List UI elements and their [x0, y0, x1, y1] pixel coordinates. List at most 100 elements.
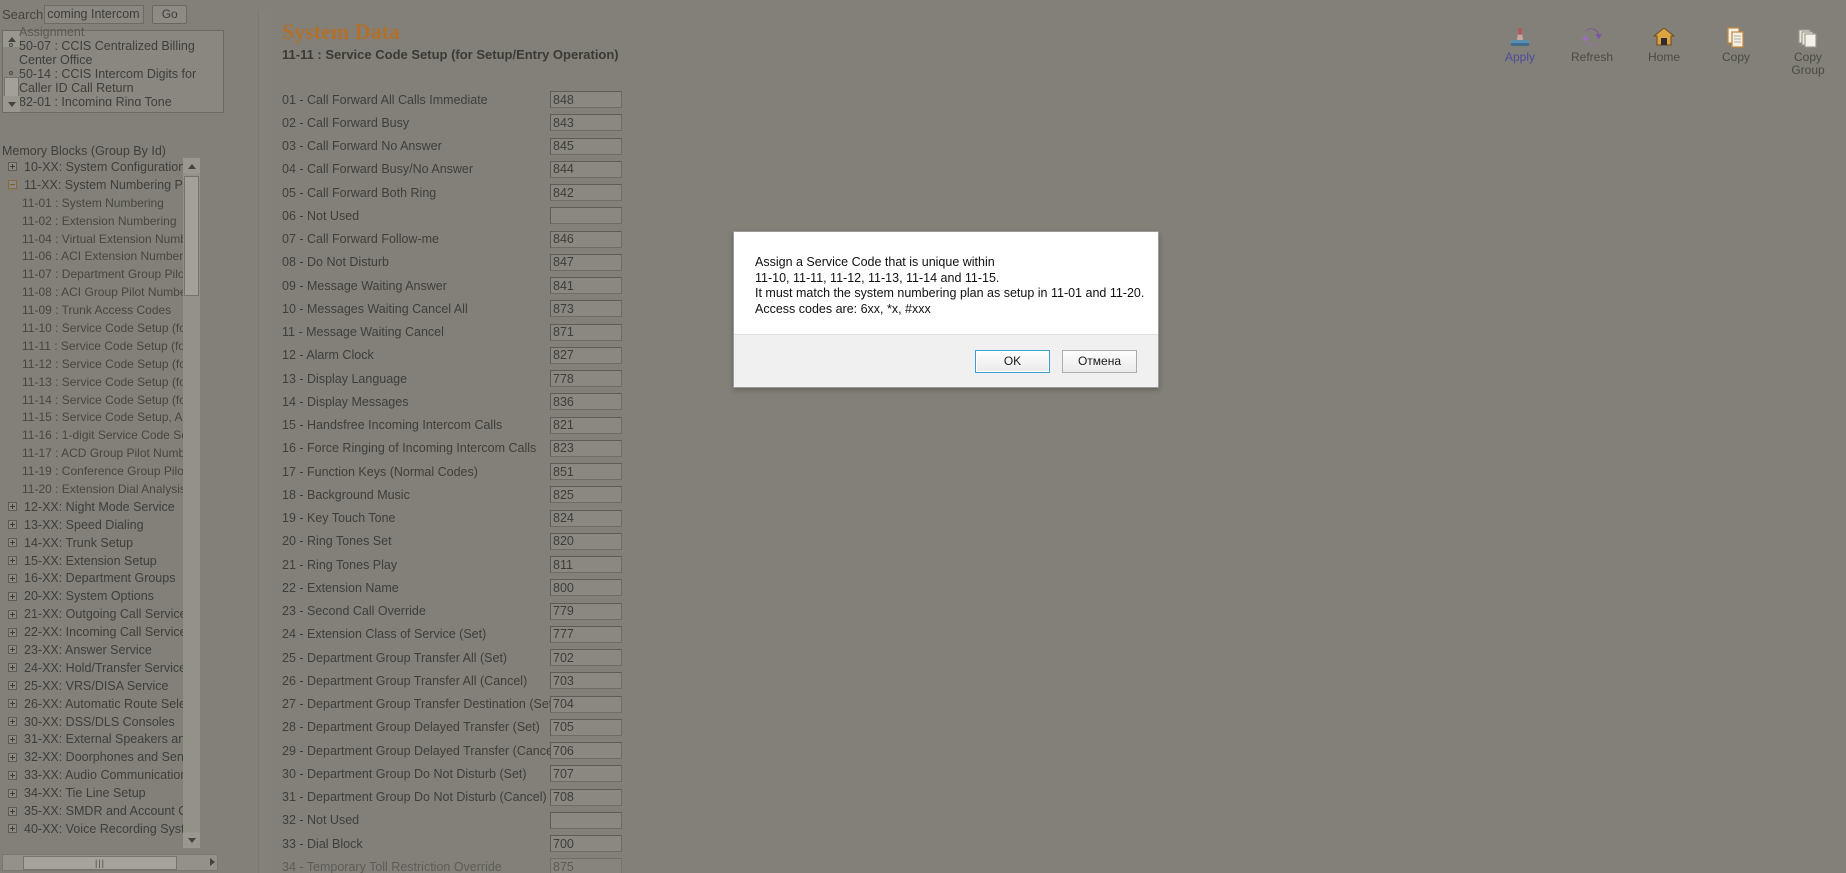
tree-item-row[interactable]: 11-20 : Extension Dial Analysis Table [0, 480, 200, 498]
service-code-input[interactable]: 845 [550, 137, 622, 155]
dialog-cancel-button[interactable]: Отмена [1062, 349, 1137, 373]
expand-plus-icon[interactable] [8, 752, 17, 762]
service-code-input[interactable] [550, 811, 622, 829]
tree-group-row[interactable]: 32-XX: Doorphones and Sensors [0, 748, 200, 766]
tree-item-row[interactable]: 11-14 : Service Code Setup (for Hotel) [0, 391, 200, 409]
tree-group-row[interactable]: 30-XX: DSS/DLS Consoles [0, 713, 200, 731]
tree-group-row[interactable]: 15-XX: Extension Setup [0, 552, 200, 570]
service-code-input[interactable]: 800 [550, 579, 622, 597]
tree-group-row[interactable]: 26-XX: Automatic Route Selection [0, 695, 200, 713]
search-result-item[interactable]: 50-07 : CCIS Centralized Billing Center … [5, 39, 201, 67]
toolbar-button-home[interactable]: Home [1636, 24, 1692, 64]
toolbar-button-refresh[interactable]: Refresh [1564, 24, 1620, 64]
service-code-input[interactable]: 821 [550, 416, 622, 434]
dialog-ok-button[interactable]: OK [975, 349, 1050, 373]
service-code-input[interactable]: 846 [550, 230, 622, 248]
expand-plus-icon[interactable] [8, 556, 17, 566]
tree-scrollbar-thumb[interactable] [184, 176, 199, 296]
service-code-input[interactable]: 811 [550, 556, 622, 574]
service-code-input[interactable]: 706 [550, 742, 622, 760]
tree-item-row[interactable]: 11-16 : 1-digit Service Code Setup [0, 426, 200, 444]
tree-group-row[interactable]: 10-XX: System Configuration [0, 158, 200, 176]
service-code-input[interactable]: 842 [550, 184, 622, 202]
tree-scroll-up-arrow-icon[interactable] [183, 158, 200, 174]
expand-plus-icon[interactable] [8, 645, 17, 655]
expand-plus-icon[interactable] [8, 591, 17, 601]
service-code-input[interactable]: 841 [550, 277, 622, 295]
service-code-input[interactable]: 777 [550, 625, 622, 643]
tree-group-row[interactable]: 21-XX: Outgoing Call Service [0, 605, 200, 623]
tree-item-row[interactable]: 11-06 : ACI Extension Numbering [0, 247, 200, 265]
tree-item-row[interactable]: 11-15 : Service Code Setup, Administrati… [0, 408, 200, 426]
tree-item-row[interactable]: 11-02 : Extension Numbering [0, 212, 200, 230]
service-code-input[interactable]: 708 [550, 788, 622, 806]
expand-plus-icon[interactable] [8, 627, 17, 637]
search-input[interactable] [44, 4, 145, 24]
expand-plus-icon[interactable] [8, 806, 17, 816]
tree-item-row[interactable]: 11-13 : Service Code Setup (for ACD) [0, 373, 200, 391]
expand-plus-icon[interactable] [8, 788, 17, 798]
tree-item-row[interactable]: 11-08 : ACI Group Pilot Numbers [0, 283, 200, 301]
expand-plus-icon[interactable] [8, 520, 17, 530]
service-code-input[interactable]: 873 [550, 300, 622, 318]
toolbar-button-copy[interactable]: Copy [1708, 24, 1764, 64]
expand-plus-icon[interactable] [8, 699, 17, 709]
service-code-input[interactable]: 843 [550, 114, 622, 132]
search-result-item[interactable]: Assignment [5, 25, 201, 39]
tree-group-row[interactable]: 31-XX: External Speakers and Paging [0, 731, 200, 749]
tree-scroll-right-arrow-icon[interactable] [210, 858, 215, 866]
service-code-input[interactable]: 820 [550, 532, 622, 550]
tree-item-row[interactable]: 11-07 : Department Group Pilot Numbers [0, 265, 200, 283]
expand-plus-icon[interactable] [8, 502, 17, 512]
service-code-input[interactable]: 871 [550, 323, 622, 341]
tree-group-row[interactable]: 35-XX: SMDR and Account Codes [0, 802, 200, 820]
service-code-input[interactable]: 778 [550, 370, 622, 388]
service-code-input[interactable]: 824 [550, 509, 622, 527]
panel-splitter[interactable] [228, 0, 240, 873]
service-code-input[interactable]: 848 [550, 91, 622, 109]
service-code-input[interactable]: 825 [550, 486, 622, 504]
expand-plus-icon[interactable] [8, 717, 17, 727]
expand-plus-icon[interactable] [8, 538, 17, 548]
expand-plus-icon[interactable] [8, 681, 17, 691]
tree-group-row[interactable]: 12-XX: Night Mode Service [0, 498, 200, 516]
service-code-input[interactable]: 707 [550, 765, 622, 783]
search-go-button[interactable]: Go [152, 4, 188, 24]
toolbar-button-apply[interactable]: Apply [1492, 24, 1548, 64]
tree-group-row[interactable]: 33-XX: Audio Communication Interface [0, 766, 200, 784]
search-result-item[interactable]: 82-01 : Incoming Ring Tone [5, 95, 201, 106]
tree-group-row[interactable]: 13-XX: Speed Dialing [0, 516, 200, 534]
service-code-input[interactable]: 836 [550, 393, 622, 411]
service-code-input[interactable]: 704 [550, 695, 622, 713]
service-code-input[interactable]: 779 [550, 602, 622, 620]
scroll-down-arrow-icon[interactable] [3, 96, 20, 112]
expand-plus-icon[interactable] [8, 824, 17, 834]
tree-group-row[interactable]: 40-XX: Voice Recording System [0, 820, 200, 838]
service-code-input[interactable]: 705 [550, 718, 622, 736]
tree-item-row[interactable]: 11-11 : Service Code Setup (for Setup/En… [0, 337, 200, 355]
tree-group-row[interactable]: 23-XX: Answer Service [0, 641, 200, 659]
tree-item-row[interactable]: 11-09 : Trunk Access Codes [0, 301, 200, 319]
tree-group-row[interactable]: 25-XX: VRS/DISA Service [0, 677, 200, 695]
tree-item-row[interactable]: 11-17 : ACD Group Pilot Numbers [0, 444, 200, 462]
service-code-input[interactable]: 844 [550, 160, 622, 178]
tree-group-row[interactable]: 16-XX: Department Groups [0, 569, 200, 587]
tree-group-row[interactable]: 20-XX: System Options [0, 587, 200, 605]
service-code-input[interactable] [550, 207, 622, 225]
tree-group-row[interactable]: 11-XX: System Numbering Plan [0, 176, 200, 194]
collapse-minus-icon[interactable] [8, 180, 17, 190]
tree-item-row[interactable]: 11-19 : Conference Group Pilot Numbers [0, 462, 200, 480]
expand-plus-icon[interactable] [8, 609, 17, 619]
service-code-input[interactable]: 703 [550, 672, 622, 690]
service-code-input[interactable]: 847 [550, 253, 622, 271]
service-code-input[interactable]: 875 [550, 858, 622, 873]
tree-hscrollbar-thumb[interactable]: ||| [23, 856, 177, 870]
toolbar-button-copy-group[interactable]: Copy Group [1780, 24, 1836, 77]
search-results-list[interactable]: Assignment 50-07 : CCIS Centralized Billi… [5, 25, 201, 106]
expand-plus-icon[interactable] [8, 162, 17, 172]
service-code-input[interactable]: 702 [550, 649, 622, 667]
tree-item-row[interactable]: 11-10 : Service Code Setup (for System A… [0, 319, 200, 337]
expand-plus-icon[interactable] [8, 663, 17, 673]
expand-plus-icon[interactable] [8, 770, 17, 780]
tree-scroll-down-arrow-icon[interactable] [183, 832, 200, 848]
